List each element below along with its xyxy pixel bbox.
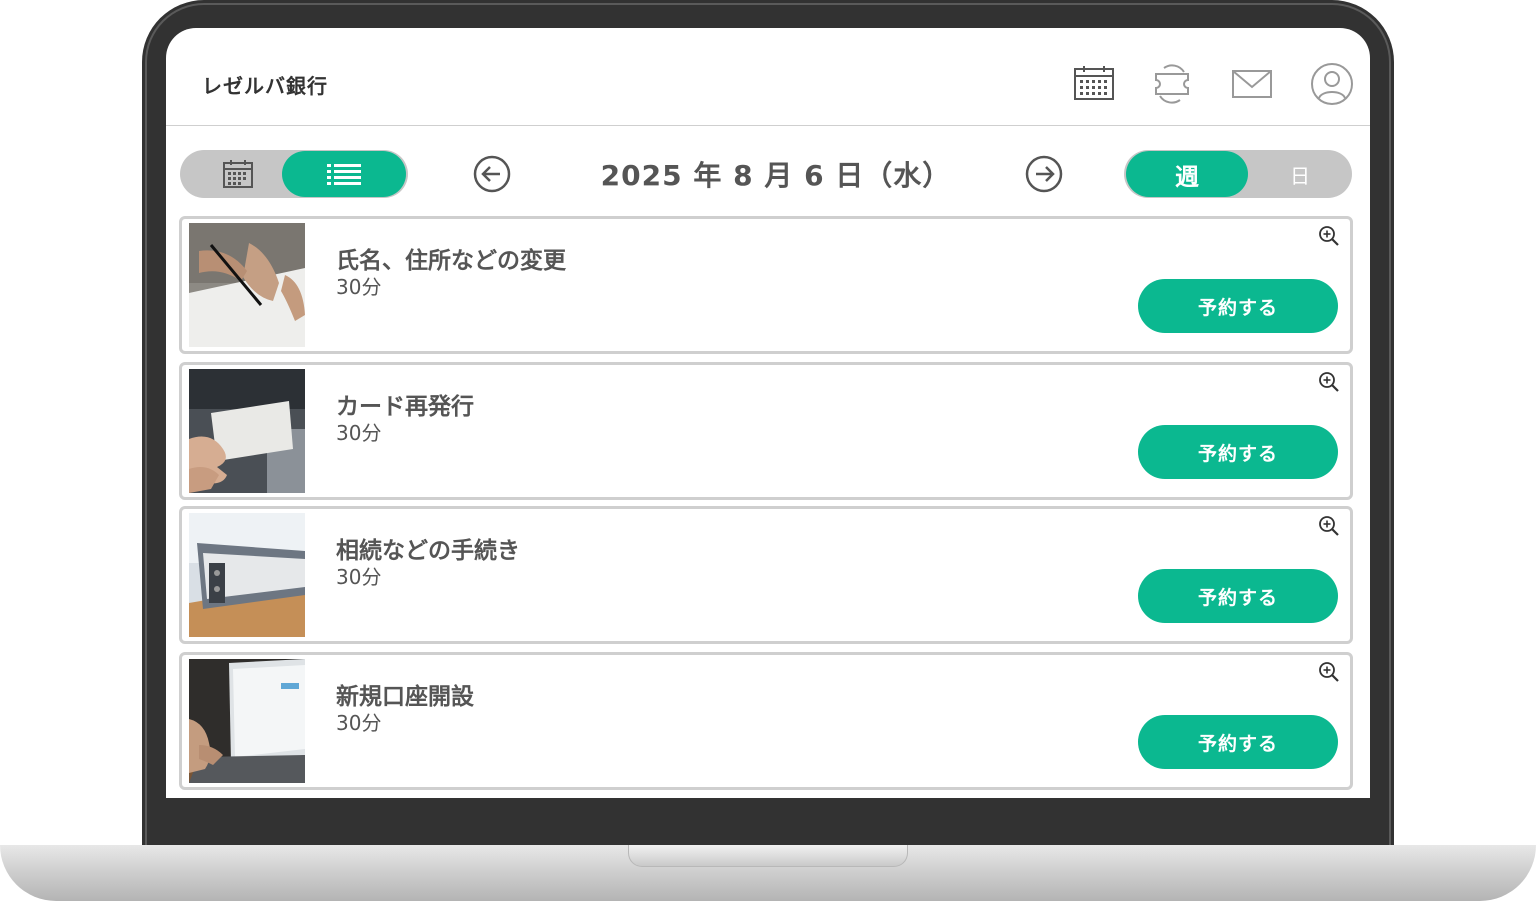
zoom-icon[interactable] [1318,515,1340,537]
book-button[interactable]: 予約する [1138,715,1338,769]
hand-writing-photo [189,223,305,347]
calendar-view-button[interactable] [180,150,296,198]
service-card: 新規口座開設 30分 予約する [179,652,1353,790]
next-arrow-icon[interactable] [1024,154,1064,194]
service-card: カード再発行 30分 予約する [179,362,1353,500]
mail-icon[interactable] [1230,62,1274,106]
brand-title: レゼルバ銀行 [202,74,328,98]
zoom-icon[interactable] [1318,225,1340,247]
book-button[interactable]: 予約する [1138,279,1338,333]
zoom-icon[interactable] [1318,661,1340,683]
zoom-icon[interactable] [1318,371,1340,393]
list-view-button[interactable] [282,151,406,197]
service-duration: 30分 [336,711,382,735]
service-card: 氏名、住所などの変更 30分 予約する [179,216,1353,354]
service-duration: 30分 [336,421,382,445]
current-date: 2025 年 8 月 6 日（水） [600,159,952,192]
prev-arrow-icon[interactable] [472,154,512,194]
binder-photo [189,513,305,637]
service-title: 新規口座開設 [336,684,474,710]
card-in-hand-photo [189,369,305,493]
view-toggle [180,150,408,198]
laptop-base-notch [628,845,908,867]
ticket-icon[interactable] [1150,62,1194,106]
book-button[interactable]: 予約する [1138,569,1338,623]
service-duration: 30分 [336,565,382,589]
week-button[interactable]: 週 [1126,151,1248,197]
calendar-icon[interactable] [1072,62,1116,106]
range-toggle: 週 日 [1124,150,1352,198]
service-title: カード再発行 [336,394,474,420]
book-button[interactable]: 予約する [1138,425,1338,479]
app-screen: レゼルバ銀行 2025 年 8 月 6 日（水） 週 日 氏名、住所などの変更 … [166,28,1370,798]
list-icon [327,164,361,185]
service-title: 相続などの手続き [336,538,520,564]
laptop-typing-photo [189,659,305,783]
service-duration: 30分 [336,275,382,299]
service-title: 氏名、住所などの変更 [336,248,566,274]
service-card: 相続などの手続き 30分 予約する [179,506,1353,644]
calendar-icon [223,160,253,188]
app-header: レゼルバ銀行 [166,28,1370,126]
day-button[interactable]: 日 [1248,150,1352,198]
user-icon[interactable] [1310,62,1354,106]
